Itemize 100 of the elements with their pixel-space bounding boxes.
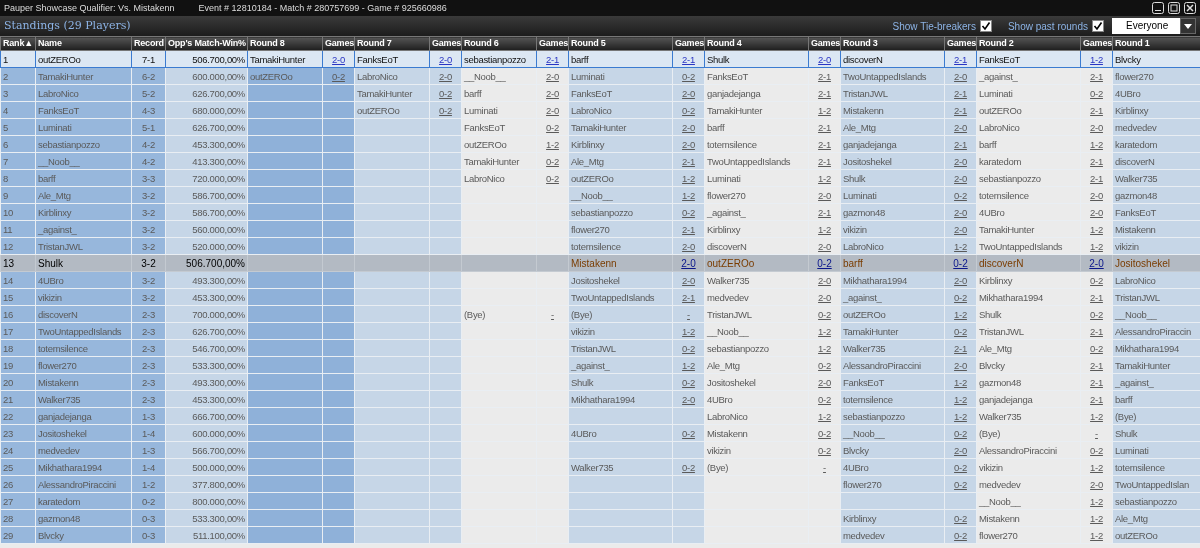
column-header[interactable]: Rank▲ [0, 36, 36, 51]
games-link[interactable]: 0-2 [1080, 84, 1113, 102]
games-link[interactable]: 0-2 [808, 390, 841, 408]
games-link[interactable]: - [808, 458, 841, 476]
column-header[interactable]: Games [429, 36, 462, 51]
games-link[interactable]: 0-2 [1080, 339, 1113, 357]
games-link[interactable]: 2-0 [536, 101, 569, 119]
table-cell: Luminati [976, 84, 1081, 102]
games-link[interactable]: 1-2 [1080, 509, 1113, 527]
games-link[interactable]: 2-0 [1080, 203, 1113, 221]
games-link[interactable]: 0-2 [536, 152, 569, 170]
table-cell: discoverN [704, 237, 809, 255]
column-header[interactable]: Round 4 [704, 36, 809, 51]
games-link[interactable]: 2-0 [1080, 118, 1113, 136]
close-icon[interactable] [1184, 2, 1196, 14]
table-cell: AlessandroPiraccini [976, 441, 1081, 459]
column-header[interactable]: Round 5 [568, 36, 673, 51]
games-link[interactable]: 0-2 [536, 118, 569, 136]
column-header[interactable]: Games [322, 36, 355, 51]
games-link[interactable]: 2-1 [1080, 373, 1113, 391]
column-header[interactable]: Round 1 [1112, 36, 1200, 51]
table-cell: 4UBro [704, 390, 809, 408]
games-link[interactable]: 2-1 [808, 67, 841, 85]
games-link[interactable]: 2-1 [1080, 322, 1113, 340]
games-link[interactable]: 0-2 [808, 424, 841, 442]
games-link[interactable]: 2-1 [808, 135, 841, 153]
games-link[interactable]: - [1080, 424, 1113, 442]
column-header[interactable]: Round 3 [840, 36, 945, 51]
games-link[interactable]: 1-2 [808, 220, 841, 238]
games-link[interactable]: 1-2 [808, 169, 841, 187]
games-link[interactable]: 2-1 [1080, 288, 1113, 306]
column-header[interactable]: Record [131, 36, 166, 51]
column-header[interactable]: Round 7 [354, 36, 430, 51]
table-cell: 4UBro [976, 203, 1081, 221]
dropdown-button[interactable] [1180, 18, 1196, 34]
games-link[interactable]: 2-0 [808, 271, 841, 289]
checkbox[interactable] [1092, 20, 1104, 32]
column-header[interactable]: Games [672, 36, 705, 51]
games-link[interactable]: 1-2 [1080, 135, 1113, 153]
games-link[interactable]: 0-2 [1080, 271, 1113, 289]
games-link[interactable]: 2-0 [808, 186, 841, 204]
games-link[interactable]: 2-1 [1080, 152, 1113, 170]
games-link[interactable]: 1-2 [1080, 492, 1113, 510]
games-link[interactable]: 2-1 [1080, 101, 1113, 119]
games-link[interactable]: 2-0 [808, 288, 841, 306]
table-cell: barff [976, 135, 1081, 153]
games-link[interactable]: 2-1 [808, 203, 841, 221]
filter-dropdown[interactable]: Everyone [1112, 18, 1180, 34]
games-link[interactable]: 2-1 [1080, 356, 1113, 374]
column-header[interactable]: Opp's Match-Win% [165, 36, 248, 51]
games-link[interactable]: 1-2 [1080, 458, 1113, 476]
games-link[interactable]: 2-1 [1080, 67, 1113, 85]
column-header[interactable]: Games [808, 36, 841, 51]
table-cell: LabroNico [461, 169, 537, 187]
games-link[interactable]: 2-0 [1080, 475, 1113, 493]
column-header[interactable]: Games [1080, 36, 1113, 51]
games-link[interactable]: 2-1 [1080, 390, 1113, 408]
table-cell: TwoUntappedIslands [976, 237, 1081, 255]
table-cell: _against_ [976, 67, 1081, 85]
games-link[interactable]: 2-0 [1080, 186, 1113, 204]
table-cell: __Noob__ [704, 322, 809, 340]
minimize-icon[interactable] [1152, 2, 1164, 14]
games-link[interactable]: - [536, 305, 569, 323]
games-link[interactable]: 1-2 [808, 101, 841, 119]
column-header[interactable]: Round 2 [976, 36, 1081, 51]
games-link[interactable]: 2-1 [808, 84, 841, 102]
games-link[interactable]: 0-2 [1080, 441, 1113, 459]
games-link[interactable]: 1-2 [1080, 220, 1113, 238]
games-link[interactable]: 0-2 [808, 441, 841, 459]
games-link[interactable]: 1-2 [808, 339, 841, 357]
caret-icon [1184, 23, 1192, 29]
games-link[interactable]: 1-2 [1080, 526, 1113, 544]
games-link[interactable]: 0-2 [808, 305, 841, 323]
games-link[interactable]: 0-2 [536, 169, 569, 187]
games-link[interactable]: 2-1 [808, 118, 841, 136]
games-link[interactable]: 0-2 [808, 356, 841, 374]
maximize-icon[interactable] [1168, 2, 1180, 14]
checkbox[interactable] [979, 20, 992, 32]
games-link[interactable]: 2-0 [808, 237, 841, 255]
games-link[interactable]: 1-2 [536, 135, 569, 153]
table-cell: outZEROo [976, 101, 1081, 119]
games-link[interactable]: 1-2 [808, 407, 841, 425]
table-cell: Ale_Mtg [704, 356, 809, 374]
games-link[interactable]: 2-0 [536, 67, 569, 85]
games-link[interactable]: 1-2 [1080, 407, 1113, 425]
games-link[interactable]: 2-0 [808, 373, 841, 391]
column-header[interactable]: Round 6 [461, 36, 537, 51]
table-cell: medvedev [976, 475, 1081, 493]
column-header[interactable]: Round 8 [247, 36, 323, 51]
table-cell: totemsilence [704, 135, 809, 153]
games-link[interactable]: 1-2 [1080, 237, 1113, 255]
games-link[interactable]: 1-2 [808, 322, 841, 340]
table-cell: TamakiHunter [976, 220, 1081, 238]
column-header[interactable]: Name [35, 36, 132, 51]
games-link[interactable]: 2-1 [1080, 169, 1113, 187]
games-link[interactable]: 2-1 [808, 152, 841, 170]
games-link[interactable]: 0-2 [1080, 305, 1113, 323]
column-header[interactable]: Games [536, 36, 569, 51]
games-link[interactable]: 2-0 [536, 84, 569, 102]
column-header[interactable]: Games [944, 36, 977, 51]
